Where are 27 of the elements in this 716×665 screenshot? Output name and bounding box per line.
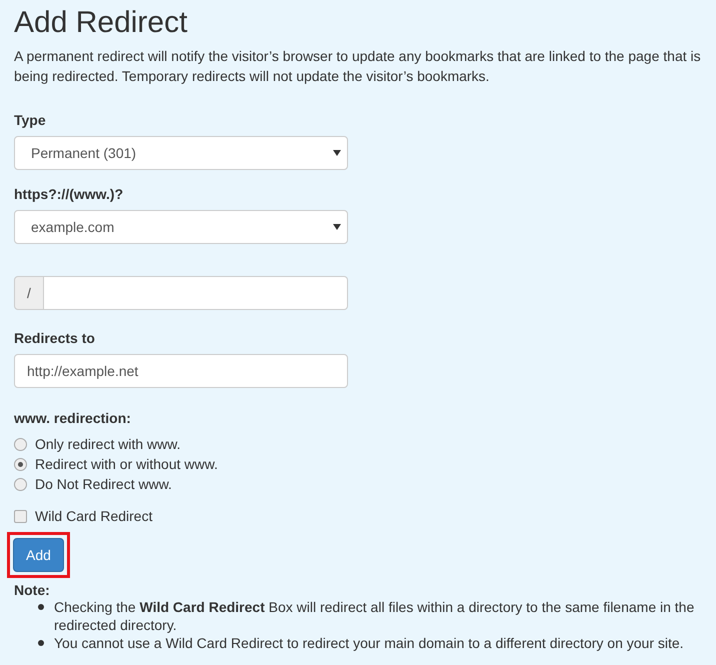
intro-text: A permanent redirect will notify the visitor’s browser to update any bookmarks that are linked to the page that is being redirected. Temporary redirects will not update the visitor’s bookmarks. bbox=[14, 47, 702, 86]
caret-icon bbox=[333, 224, 341, 230]
path-field[interactable] bbox=[44, 276, 348, 310]
add-button[interactable]: Add bbox=[13, 538, 64, 572]
note-text: You cannot use a Wild Card Redirect to redirect your main domain to a different directory on your site. bbox=[54, 634, 684, 652]
bullet-icon bbox=[38, 640, 44, 646]
radio-button[interactable] bbox=[14, 438, 27, 450]
radio-button[interactable] bbox=[14, 458, 27, 470]
redirect-url-field[interactable]: http://example.net bbox=[14, 354, 348, 388]
caret-icon bbox=[333, 150, 341, 156]
checkbox-label: Wild Card Redirect bbox=[35, 508, 152, 524]
field-label: www. redirection: bbox=[14, 410, 132, 426]
page-title: Add Redirect bbox=[14, 6, 188, 40]
field-label: Redirects to bbox=[14, 330, 96, 346]
field-label: Type bbox=[14, 112, 47, 128]
note-text: Checking the Wild Card Redirect Box will redirect all files within a directory to the same filename in the redirected directory. bbox=[54, 598, 696, 634]
type-select[interactable]: Permanent (301) bbox=[14, 136, 348, 170]
radio-label: Do Not Redirect www. bbox=[35, 476, 172, 492]
checkbox[interactable] bbox=[14, 510, 27, 522]
radio-label: Only redirect with www. bbox=[35, 436, 180, 452]
domain-select[interactable]: example.com bbox=[14, 210, 348, 244]
radio-label: Redirect with or without www. bbox=[35, 456, 218, 472]
note-label: Note: bbox=[14, 582, 51, 598]
bullet-icon bbox=[38, 604, 44, 610]
field-label: https?://(www.)? bbox=[14, 186, 124, 202]
radio-button[interactable] bbox=[14, 478, 27, 490]
path-prefix: / bbox=[14, 276, 44, 310]
